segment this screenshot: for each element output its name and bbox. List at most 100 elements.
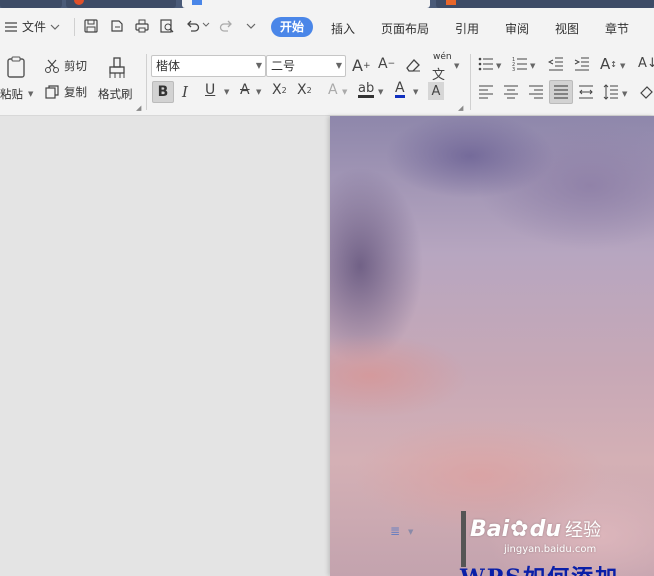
tab-references[interactable]: 引用 — [455, 20, 479, 37]
chevron-down-icon[interactable]: ▼ — [530, 62, 535, 70]
divider — [470, 54, 471, 110]
tab-insert[interactable]: 插入 — [331, 20, 355, 37]
text-direction-icon[interactable]: A ↕ — [600, 55, 617, 73]
line-spacing-icon[interactable] — [603, 84, 619, 100]
file-menu-label: 文件 — [22, 20, 47, 34]
paw-icon: ✿ — [510, 517, 529, 542]
chevron-down-icon[interactable]: ▼ — [256, 88, 261, 96]
document-icon — [446, 0, 456, 5]
increase-font-size-icon[interactable]: A + — [352, 56, 371, 75]
tab-review[interactable]: 审阅 — [505, 20, 529, 37]
chevron-down-icon[interactable]: ▼ — [620, 62, 625, 70]
cut-button[interactable]: 剪切 — [44, 58, 87, 74]
underline-icon[interactable]: U — [205, 82, 215, 98]
align-left-icon[interactable] — [478, 85, 494, 99]
copy-button[interactable]: 复制 — [44, 84, 87, 100]
watermark-url: jingyan.baidu.com — [504, 544, 597, 555]
font-name-select[interactable]: 楷体 ▼ — [151, 55, 266, 77]
doc-tab-2[interactable] — [66, 0, 176, 8]
chevron-down-icon: ▼ — [335, 61, 342, 70]
doc-tab-4[interactable] — [436, 0, 654, 8]
chevron-down-icon[interactable]: ▼ — [454, 62, 459, 70]
doc-tab-1[interactable] — [0, 0, 62, 8]
menu-bar: 文件 开始 插入 页面布局 引用 审阅 视图 章节 — [0, 8, 654, 46]
undo-icon[interactable] — [185, 18, 201, 34]
watermark-brand: Bai — [470, 517, 510, 542]
brush-icon — [109, 57, 125, 78]
tab-page-layout[interactable]: 页面布局 — [381, 20, 429, 37]
justify-button[interactable] — [549, 80, 573, 104]
decrease-font-size-icon[interactable]: A − — [378, 56, 395, 72]
character-shading-icon[interactable]: A — [428, 82, 444, 100]
ribbon-toolbar: 粘贴 ▼ 剪切 复制 格式刷 ◢ 楷体 ▼ 二号 ▼ A + A − wén 文 ▼ … — [0, 46, 654, 116]
font-size-select[interactable]: 二号 ▼ — [266, 55, 346, 77]
chevron-down-icon[interactable]: ▼ — [224, 88, 229, 96]
save-icon[interactable] — [83, 18, 99, 34]
highlight-icon[interactable]: ab — [358, 82, 375, 98]
increase-indent-icon[interactable] — [574, 57, 590, 71]
phonetic-guide-icon[interactable]: wén 文 — [432, 52, 452, 83]
shading-icon[interactable] — [638, 84, 654, 100]
svg-text:3: 3 — [512, 67, 515, 71]
watermark-suffix: 经验 — [565, 520, 602, 541]
doc-tab-active[interactable] — [182, 0, 430, 8]
clipboard-icon — [7, 56, 25, 78]
copy-label: 复制 — [64, 85, 87, 99]
bold-icon: B — [157, 84, 169, 100]
sort-icon[interactable]: A↓ — [638, 56, 654, 71]
chevron-down-icon[interactable] — [202, 22, 210, 28]
distributed-align-icon[interactable] — [578, 85, 594, 99]
document-icon — [192, 0, 202, 5]
file-menu[interactable]: 文件 — [4, 18, 60, 35]
eraser-icon[interactable] — [404, 57, 422, 73]
align-center-icon[interactable] — [503, 85, 519, 99]
bullet-list-icon[interactable] — [478, 57, 494, 71]
justify-icon — [554, 85, 568, 99]
tab-home[interactable]: 开始 — [271, 17, 314, 37]
clipboard-group-launcher-icon[interactable]: ◢ — [136, 104, 141, 112]
chevron-down-icon[interactable]: ▼ — [342, 88, 347, 96]
format-painter-label: 格式刷 — [98, 87, 133, 101]
print-preview-icon[interactable] — [159, 18, 175, 34]
chevron-down-icon: ▼ — [408, 528, 414, 536]
align-right-icon[interactable] — [528, 85, 544, 99]
format-painter-button[interactable]: 格式刷 — [98, 54, 138, 104]
scissors-icon — [45, 59, 59, 73]
chevron-down-icon[interactable]: ▼ — [413, 88, 418, 96]
quick-access-dropdown-icon[interactable] — [246, 22, 256, 30]
watermark-brand-2: du — [529, 517, 562, 542]
chevron-down-icon[interactable]: ▼ — [378, 88, 383, 96]
subscript-icon[interactable]: X2 — [297, 82, 312, 98]
document-page[interactable] — [330, 116, 654, 576]
text-cursor-block — [461, 511, 466, 567]
wps-logo-icon — [74, 0, 84, 5]
document-heading: WPS如何添加 — [460, 560, 619, 576]
bold-button[interactable]: B — [152, 81, 174, 103]
print-icon[interactable] — [134, 18, 150, 34]
font-group-launcher-icon[interactable]: ◢ — [458, 104, 463, 112]
font-color-icon[interactable]: A — [395, 81, 405, 98]
text-effect-icon[interactable]: A — [328, 82, 338, 98]
hamburger-icon — [5, 21, 17, 32]
decrease-indent-icon[interactable] — [548, 57, 564, 71]
chevron-down-icon: ▼ — [255, 61, 262, 70]
divider — [74, 18, 75, 36]
paragraph-layout-icon[interactable]: ≣ — [390, 524, 400, 538]
numbered-list-icon[interactable]: 123 — [512, 57, 528, 71]
tab-view[interactable]: 视图 — [555, 20, 579, 37]
paste-button[interactable]: 粘贴 ▼ — [0, 54, 36, 104]
italic-icon[interactable]: I — [182, 83, 188, 101]
export-icon[interactable] — [109, 18, 125, 34]
strikethrough-icon[interactable]: A — [240, 82, 250, 98]
chevron-down-icon: ▼ — [28, 90, 34, 98]
chevron-down-icon — [50, 24, 60, 30]
chevron-down-icon[interactable]: ▼ — [622, 90, 627, 98]
divider — [146, 54, 147, 110]
chevron-down-icon[interactable]: ▼ — [496, 62, 501, 70]
redo-icon[interactable] — [218, 18, 234, 34]
tab-section[interactable]: 章节 — [605, 20, 629, 37]
superscript-icon[interactable]: X2 — [272, 82, 287, 98]
baidu-watermark: Bai ✿ du 经验 — [470, 516, 601, 542]
font-name-value: 楷体 — [156, 59, 181, 73]
document-tab-strip — [0, 0, 654, 8]
